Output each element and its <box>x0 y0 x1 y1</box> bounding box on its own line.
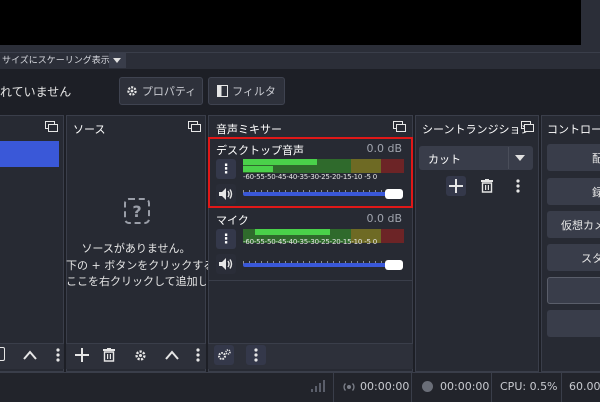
plus-icon <box>449 179 463 193</box>
mixer-divider <box>209 280 412 281</box>
source-properties-button[interactable] <box>130 345 150 365</box>
filters-label: フィルタ <box>232 85 276 98</box>
remove-source-button[interactable] <box>99 345 119 365</box>
status-divider <box>491 372 492 402</box>
status-divider <box>333 372 334 402</box>
remove-transition-button[interactable] <box>477 176 497 196</box>
trash-icon <box>103 348 115 362</box>
filter-icon <box>217 85 229 97</box>
plus-icon <box>75 348 89 362</box>
sources-empty-line3: ここを右クリックして追加してく <box>66 275 206 288</box>
kebab-icon <box>56 348 60 362</box>
signal-bars-icon <box>311 380 325 392</box>
chevron-down-icon <box>515 155 525 161</box>
sources-undock-icon[interactable] <box>188 121 201 132</box>
record-icon <box>422 381 433 392</box>
chevron-up-icon <box>165 350 179 360</box>
mixer-dock-title: 音声ミキサー <box>216 123 282 136</box>
start-streaming-button[interactable]: 配 <box>547 144 600 171</box>
chevron-up-icon <box>23 350 37 360</box>
kebab-icon <box>254 348 258 362</box>
fps-readout: 60.00 <box>569 380 600 393</box>
scene-move-up-button[interactable] <box>20 345 40 365</box>
controls-dock-title: コントロール <box>547 123 600 136</box>
settings-button[interactable] <box>547 277 600 304</box>
gear-icon <box>127 86 137 96</box>
sources-dock-title: ソース <box>73 123 106 136</box>
start-virtual-camera-button[interactable]: 仮想カメ <box>547 211 600 238</box>
add-source-button[interactable] <box>72 345 92 365</box>
context-bar <box>0 69 600 114</box>
transition-selected-label: カット <box>428 153 461 166</box>
mixer-advanced-settings-button[interactable] <box>214 345 234 365</box>
channel-mic-mute-button[interactable] <box>216 254 236 274</box>
filters-button[interactable]: フィルタ <box>208 77 285 105</box>
properties-label: プロパティ <box>141 85 197 98</box>
cpu-usage: CPU: 0.5% <box>500 380 558 393</box>
no-source-selected-text: れていません <box>0 85 72 99</box>
properties-button[interactable]: プロパティ <box>119 77 203 105</box>
speaker-icon <box>219 258 233 270</box>
preview-canvas[interactable] <box>0 0 581 45</box>
gear-icon <box>134 349 146 361</box>
sources-empty-line2: 下の + ボタンをクリックするか <box>66 259 226 272</box>
scenes-undock-icon[interactable] <box>45 121 58 132</box>
trash-icon <box>481 179 493 193</box>
streaming-icon <box>343 383 355 391</box>
desktop-audio-highlight-box <box>208 137 413 208</box>
channel-mic-menu-button[interactable]: ⋮ <box>216 229 236 249</box>
channel-mic-peak-band <box>255 229 330 235</box>
studio-mode-button[interactable]: スタ <box>547 244 600 271</box>
mixer-more-button[interactable] <box>246 345 266 365</box>
status-divider <box>411 372 412 402</box>
add-transition-button[interactable] <box>446 176 466 196</box>
question-icon: ? <box>124 198 150 224</box>
scene-list-item-selected[interactable] <box>0 141 59 167</box>
status-divider <box>561 372 562 402</box>
exit-button[interactable] <box>547 310 600 337</box>
scene-more-button[interactable] <box>48 345 68 365</box>
preview-scale-dropdown[interactable] <box>109 52 126 68</box>
channel-mic-volume-slider[interactable] <box>243 263 393 267</box>
channel-mic-volume-handle[interactable] <box>385 260 403 270</box>
gears-icon <box>218 349 231 360</box>
record-timer: 00:00:00 <box>440 380 490 393</box>
stream-timer: 00:00:00 <box>360 380 410 393</box>
scene-filter-icon[interactable] <box>0 347 5 361</box>
channel-mic-db: 0.0 dB <box>366 212 402 225</box>
source-move-up-button[interactable] <box>162 345 182 365</box>
transition-select-divider <box>508 147 509 169</box>
kebab-icon <box>516 179 520 193</box>
mixer-toolbar <box>208 343 413 369</box>
transitions-dock-title: シーントランジション <box>422 123 532 136</box>
mixer-undock-icon[interactable] <box>393 121 406 132</box>
start-recording-button[interactable]: 録 <box>547 178 600 205</box>
channel-mic-ticks: -60-55-50-45-40-35-30-25-20-15-10 -5 0 <box>243 238 378 246</box>
kebab-icon <box>196 348 200 362</box>
transition-more-button[interactable] <box>508 176 528 196</box>
source-more-button[interactable] <box>188 345 208 365</box>
sources-empty-line1: ソースがありません。 <box>81 242 191 255</box>
transitions-undock-icon[interactable] <box>521 121 534 132</box>
preview-scale-label: サイズにスケーリング表示 <box>2 56 110 66</box>
channel-mic-name: マイク <box>216 214 249 227</box>
